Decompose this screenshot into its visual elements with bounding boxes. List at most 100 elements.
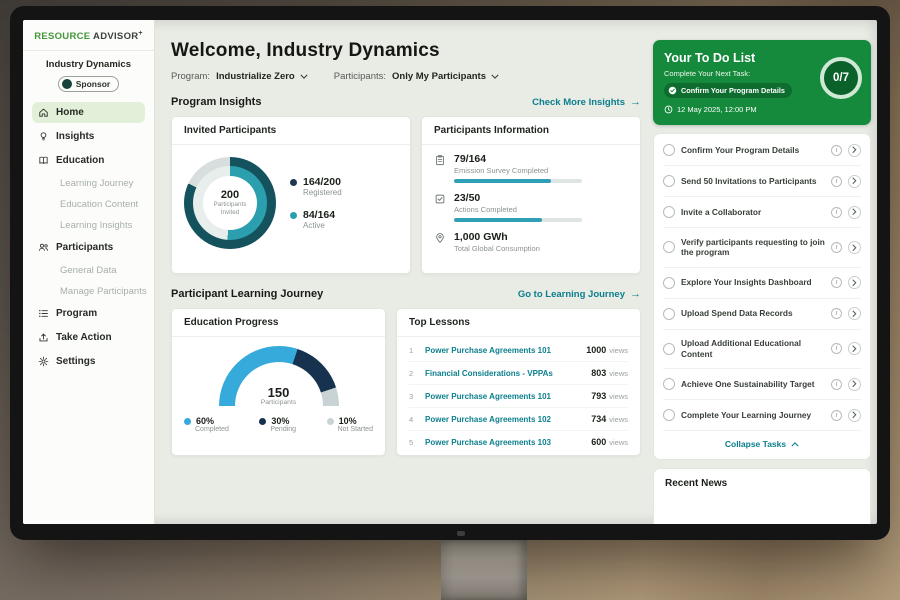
sidebar-item-education-content[interactable]: Education Content — [32, 195, 145, 213]
invited-participants-card: Invited Participants 200 Participants In… — [171, 116, 411, 274]
chevron-right-icon[interactable] — [848, 307, 861, 320]
stat-global-consumption: 1,000 GWh Total Global Consumption — [434, 231, 628, 253]
due-date-row: 12 May 2025, 12:00 PM — [664, 105, 809, 114]
progress-bar-fill — [454, 179, 551, 183]
lesson-views-count: 1000 — [586, 345, 606, 355]
legend-value: 84/164 — [303, 209, 335, 221]
stat-emission-survey: 79/164 Emission Survey Completed — [434, 153, 628, 183]
chevron-right-icon[interactable] — [848, 206, 861, 219]
chevron-right-icon[interactable] — [848, 144, 861, 157]
sidebar-item-program[interactable]: Program — [32, 303, 145, 324]
task-checkbox[interactable] — [663, 409, 675, 421]
sidebar-item-learning-insights[interactable]: Learning Insights — [32, 216, 145, 234]
sidebar-item-label: General Data — [60, 265, 117, 276]
task-checkbox[interactable] — [663, 378, 675, 390]
todo-task-row[interactable]: Upload Spend Data Records i — [663, 299, 861, 330]
monitor-stand — [441, 540, 527, 600]
program-filter-label: Program: — [171, 71, 210, 82]
task-label: Complete Your Learning Journey — [681, 410, 825, 421]
todo-list-card: Confirm Your Program Details i Send 50 I… — [653, 133, 871, 460]
legend-dot — [184, 418, 191, 425]
sidebar-item-label: Learning Insights — [60, 220, 132, 231]
stat-value: 79/164 — [454, 153, 582, 165]
lesson-title-link[interactable]: Power Purchase Agreements 103 — [425, 438, 583, 447]
todo-task-row[interactable]: Send 50 Invitations to Participants i — [663, 166, 861, 197]
lesson-title-link[interactable]: Power Purchase Agreements 102 — [425, 415, 583, 424]
info-icon[interactable]: i — [831, 379, 842, 390]
info-icon[interactable]: i — [831, 277, 842, 288]
progress-bar-fill — [454, 218, 542, 222]
program-filter-value: Industrialize Zero — [216, 71, 295, 82]
todo-task-row[interactable]: Invite a Collaborator i — [663, 197, 861, 228]
info-icon[interactable]: i — [831, 145, 842, 156]
lesson-views-count: 803 — [591, 368, 606, 378]
lesson-title-link[interactable]: Power Purchase Agreements 101 — [425, 346, 578, 355]
lesson-row: 1 Power Purchase Agreements 101 1000view… — [409, 339, 628, 362]
sidebar-item-education[interactable]: Education — [32, 150, 145, 171]
lesson-rank: 5 — [409, 438, 417, 447]
task-label: Confirm Your Program Details — [681, 145, 825, 156]
chevron-right-icon[interactable] — [848, 276, 861, 289]
todo-task-row[interactable]: Complete Your Learning Journey i — [663, 400, 861, 431]
card-title: Education Progress — [172, 309, 385, 337]
section-title-learning-journey: Participant Learning Journey — [171, 288, 323, 300]
program-filter-dropdown[interactable]: Industrialize Zero — [216, 71, 308, 82]
sponsor-icon — [62, 79, 72, 89]
participants-information-card: Participants Information 79/164 Emission… — [421, 116, 641, 274]
chevron-right-icon[interactable] — [848, 409, 861, 422]
todo-task-row[interactable]: Confirm Your Program Details i — [663, 135, 861, 166]
task-checkbox[interactable] — [663, 144, 675, 156]
check-more-insights-link[interactable]: Check More Insights → — [532, 97, 641, 108]
task-checkbox[interactable] — [663, 277, 675, 289]
arrow-right-icon: → — [630, 97, 641, 108]
lesson-rank: 2 — [409, 369, 417, 378]
info-icon[interactable]: i — [831, 308, 842, 319]
sidebar-item-settings[interactable]: Settings — [32, 351, 145, 372]
chevron-right-icon[interactable] — [848, 342, 861, 355]
sidebar-item-take-action[interactable]: Take Action — [32, 327, 145, 348]
legend-label: Active — [303, 221, 342, 230]
page-title: Welcome, Industry Dynamics — [171, 40, 641, 62]
sponsor-badge[interactable]: Sponsor — [58, 76, 119, 92]
task-checkbox[interactable] — [663, 308, 675, 320]
info-icon[interactable]: i — [831, 242, 842, 253]
go-to-learning-journey-link[interactable]: Go to Learning Journey → — [518, 289, 641, 300]
sidebar-item-label: Settings — [56, 356, 95, 367]
task-checkbox[interactable] — [663, 343, 675, 355]
next-task-pill[interactable]: Confirm Your Program Details — [664, 83, 792, 98]
section-title-program-insights: Program Insights — [171, 96, 261, 108]
stat-label: Emission Survey Completed — [454, 166, 582, 175]
lesson-title-link[interactable]: Power Purchase Agreements 101 — [425, 392, 583, 401]
sidebar-item-insights[interactable]: Insights — [32, 126, 145, 147]
participants-filter-dropdown[interactable]: Only My Participants — [392, 71, 499, 82]
participants-filter-label: Participants: — [334, 71, 386, 82]
gauge-center: 150 Participants — [219, 386, 339, 406]
chevron-right-icon[interactable] — [848, 378, 861, 391]
legend-label: Completed — [195, 426, 229, 433]
sidebar-item-home[interactable]: Home — [32, 102, 145, 123]
link-label: Go to Learning Journey — [518, 289, 625, 300]
todo-task-row[interactable]: Explore Your Insights Dashboard i — [663, 268, 861, 299]
sidebar-item-learning-journey[interactable]: Learning Journey — [32, 174, 145, 192]
todo-task-row[interactable]: Achieve One Sustainability Target i — [663, 369, 861, 400]
info-icon[interactable]: i — [831, 343, 842, 354]
sidebar-item-manage-participants[interactable]: Manage Participants — [32, 282, 145, 300]
chevron-right-icon[interactable] — [848, 241, 861, 254]
todo-task-row[interactable]: Verify participants requesting to join t… — [663, 228, 861, 268]
todo-task-row[interactable]: Upload Additional Educational Content i — [663, 330, 861, 370]
lesson-title-link[interactable]: Financial Considerations - VPPAs — [425, 369, 583, 378]
lesson-views-count: 793 — [591, 391, 606, 401]
lesson-views-count: 734 — [591, 414, 606, 424]
chevron-right-icon[interactable] — [848, 175, 861, 188]
gauge-legend: 60% Completed 30% Pending — [172, 406, 385, 433]
task-checkbox[interactable] — [663, 241, 675, 253]
lesson-rank: 4 — [409, 415, 417, 424]
collapse-tasks-link[interactable]: Collapse Tasks — [663, 431, 861, 458]
task-checkbox[interactable] — [663, 175, 675, 187]
info-icon[interactable]: i — [831, 207, 842, 218]
info-icon[interactable]: i — [831, 410, 842, 421]
sidebar-item-general-data[interactable]: General Data — [32, 261, 145, 279]
task-checkbox[interactable] — [663, 206, 675, 218]
info-icon[interactable]: i — [831, 176, 842, 187]
sidebar-item-participants[interactable]: Participants — [32, 237, 145, 258]
